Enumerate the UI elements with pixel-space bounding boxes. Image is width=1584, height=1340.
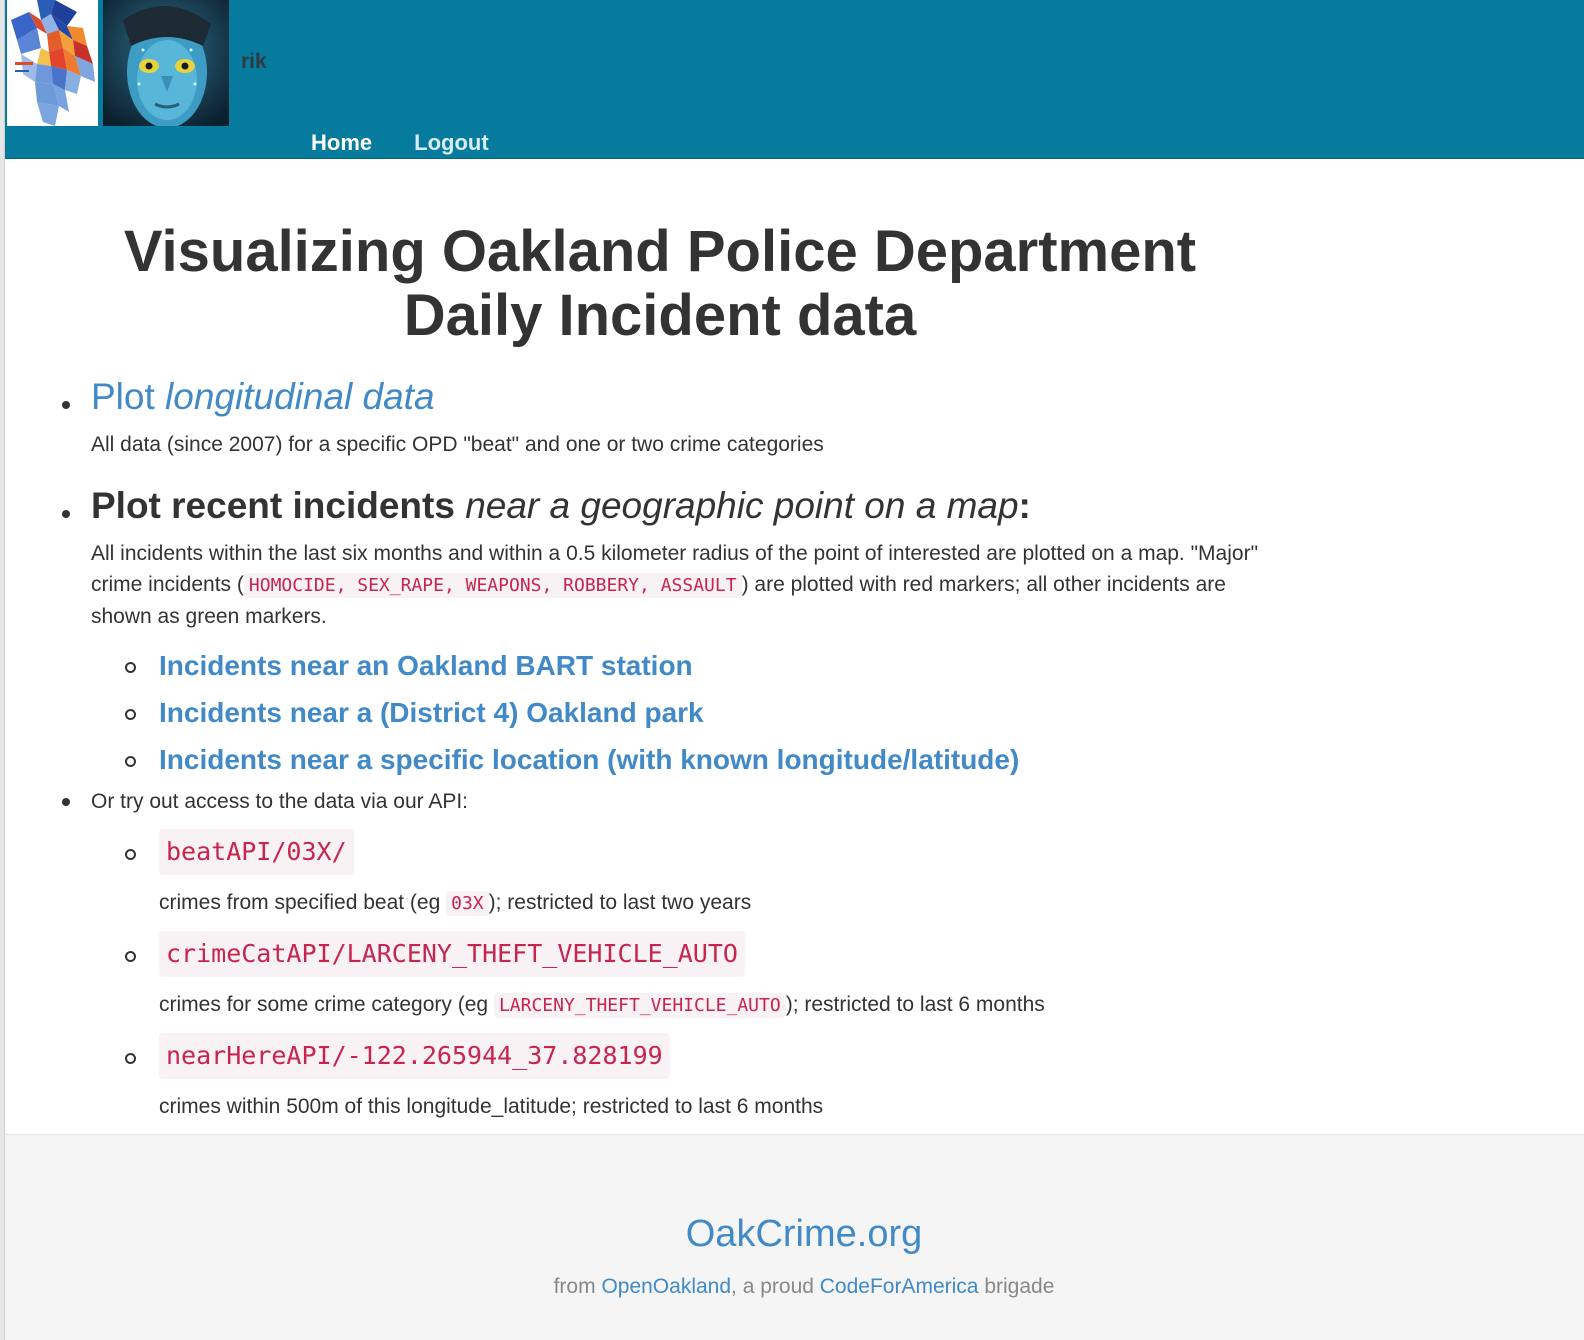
main-nav: Home Logout	[311, 128, 489, 158]
bullet-dot	[62, 510, 70, 518]
crimecat-api-endpoint[interactable]: crimeCatAPI/LARCENY_THEFT_VEHICLE_AUTO	[159, 931, 745, 977]
feature-list: Plot longitudinal data All data (since 2…	[62, 373, 1312, 1122]
sub-list-item: Incidents near a specific location (with…	[125, 740, 1312, 780]
heading-italic-text: near a geographic point on a map	[465, 485, 1019, 526]
username-label: rik	[241, 50, 267, 73]
user-avatar[interactable]	[103, 0, 229, 126]
circle-bullet	[125, 709, 136, 720]
circle-bullet	[125, 756, 136, 767]
avatar-portrait-icon	[103, 0, 229, 126]
nearhere-api-description: crimes within 500m of this longitude_lat…	[159, 1095, 824, 1118]
footer-brand-link[interactable]: OakCrime.org	[5, 1213, 1584, 1256]
nearhere-api-endpoint[interactable]: nearHereAPI/-122.265944_37.828199	[159, 1033, 670, 1079]
heading-colon: :	[1018, 485, 1031, 526]
circle-bullet	[125, 1053, 136, 1064]
site-logo[interactable]	[7, 0, 98, 126]
crimecat-api-description: crimes for some crime category (eg LARCE…	[159, 989, 1312, 1021]
beat-example-code: 03X	[446, 891, 489, 916]
footer-text: brigade	[978, 1275, 1055, 1298]
bullet-dot	[62, 401, 70, 409]
circle-bullet	[125, 951, 136, 962]
api-list: beatAPI/03X/ crimes from specified beat …	[125, 829, 1312, 1122]
link-italic-text: longitudinal data	[165, 376, 435, 417]
circle-bullet	[125, 662, 136, 673]
major-crimes-code: HOMOCIDE, SEX_RAPE, WEAPONS, ROBBERY, AS…	[243, 573, 742, 598]
bart-station-link[interactable]: Incidents near an Oakland BART station	[159, 646, 693, 686]
sub-list-item: Incidents near an Oakland BART station	[125, 646, 1312, 686]
recent-links-list: Incidents near an Oakland BART station I…	[125, 646, 1312, 780]
bullet-dot	[62, 798, 70, 806]
footer-credit: from OpenOakland, a proud CodeForAmerica…	[5, 1275, 1584, 1299]
footer-text: , a proud	[731, 1275, 820, 1298]
page: rik Home Logout Visualizing Oakland Poli…	[0, 0, 1584, 1340]
openoakland-link[interactable]: OpenOakland	[601, 1275, 731, 1298]
link-plain-text: Plot	[91, 376, 166, 417]
nav-logout-link[interactable]: Logout	[414, 128, 489, 158]
api-item-beat: beatAPI/03X/ crimes from specified beat …	[125, 829, 1312, 919]
heading-plain-text: Plot recent incidents	[91, 485, 466, 526]
desc-text: crimes from specified beat (eg	[159, 891, 447, 914]
page-title: Visualizing Oakland Police Department Da…	[40, 220, 1280, 348]
page-title-line1: Visualizing Oakland Police Department	[123, 219, 1197, 284]
nav-home-link[interactable]: Home	[311, 128, 372, 158]
codeforamerica-link[interactable]: CodeForAmerica	[820, 1275, 979, 1298]
beat-api-description: crimes from specified beat (eg 03X); res…	[159, 887, 1312, 919]
beat-api-endpoint[interactable]: beatAPI/03X/	[159, 829, 354, 875]
district4-park-link[interactable]: Incidents near a (District 4) Oakland pa…	[159, 693, 704, 733]
list-item-longitudinal: Plot longitudinal data All data (since 2…	[62, 373, 1312, 460]
list-item-api: Or try out access to the data via our AP…	[62, 786, 1312, 1122]
longitudinal-description: All data (since 2007) for a specific OPD…	[91, 433, 824, 456]
site-footer: OakCrime.org from OpenOakland, a proud C…	[5, 1134, 1584, 1340]
site-header: rik Home Logout	[5, 0, 1584, 159]
list-item-recent: Plot recent incidents near a geographic …	[62, 482, 1312, 780]
api-item-crimecat: crimeCatAPI/LARCENY_THEFT_VEHICLE_AUTO c…	[125, 931, 1312, 1021]
specific-location-link[interactable]: Incidents near a specific location (with…	[159, 740, 1019, 780]
desc-text: ); restricted to last two years	[488, 891, 752, 914]
api-intro: Or try out access to the data via our AP…	[91, 790, 469, 813]
crimecat-example-code: LARCENY_THEFT_VEHICLE_AUTO	[493, 993, 786, 1018]
recent-heading: Plot recent incidents near a geographic …	[91, 482, 1312, 530]
plot-longitudinal-link[interactable]: Plot longitudinal data	[91, 373, 435, 421]
api-item-nearhere: nearHereAPI/-122.265944_37.828199 crimes…	[125, 1033, 1312, 1122]
circle-bullet	[125, 849, 136, 860]
recent-description: All incidents within the last six months…	[91, 538, 1291, 632]
desc-text: ); restricted to last 6 months	[785, 993, 1045, 1016]
page-title-line2: Daily Incident data	[403, 283, 917, 348]
oakland-map-logo-icon	[7, 0, 98, 126]
footer-text: from	[553, 1275, 602, 1298]
desc-text: crimes for some crime category (eg	[159, 993, 494, 1016]
sub-list-item: Incidents near a (District 4) Oakland pa…	[125, 693, 1312, 733]
